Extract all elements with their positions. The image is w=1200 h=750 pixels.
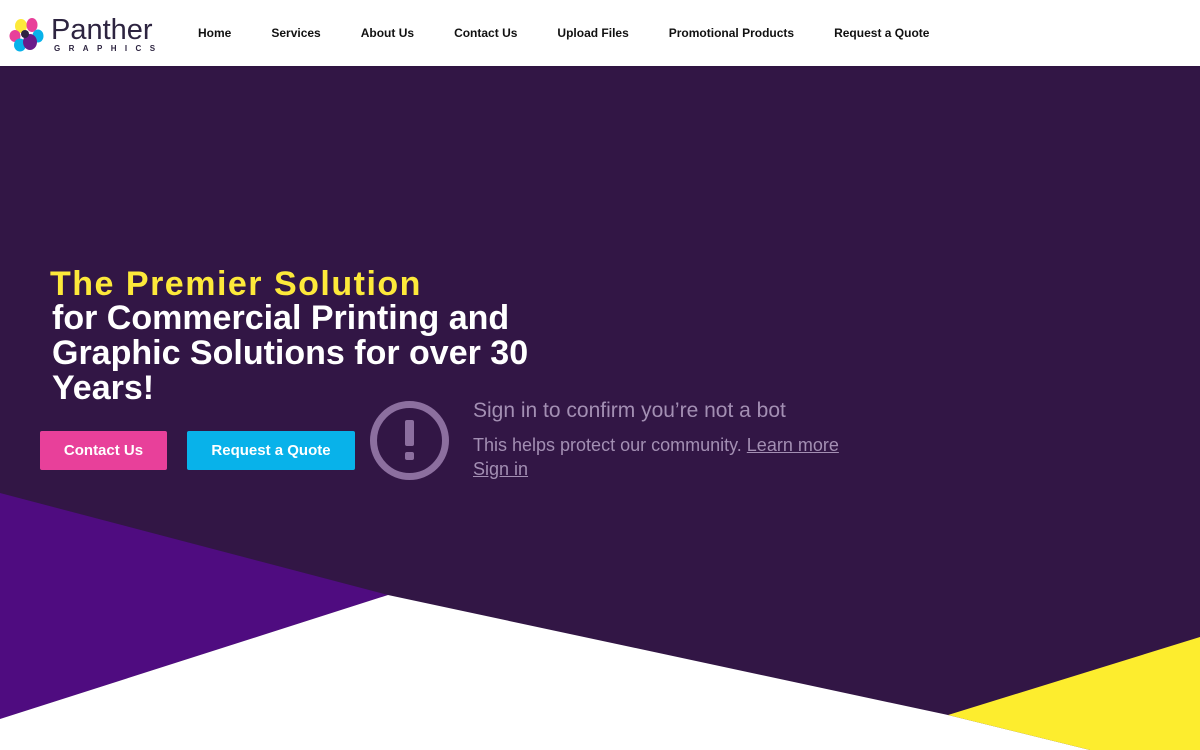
contact-us-button[interactable]: Contact Us <box>40 431 167 470</box>
panther-logo[interactable]: Panther GRAPHICS <box>8 14 163 56</box>
ink-drops-icon <box>9 18 44 52</box>
logo-wordmark: Panther <box>51 14 153 46</box>
logo-tagline: GRAPHICS <box>54 44 164 53</box>
learn-more-link[interactable]: Learn more <box>747 435 839 455</box>
request-quote-button[interactable]: Request a Quote <box>187 431 355 470</box>
sign-in-link[interactable]: Sign in <box>473 459 528 480</box>
nav-request-a-quote[interactable]: Request a Quote <box>834 26 929 40</box>
nav-promotional-products[interactable]: Promotional Products <box>669 26 794 40</box>
nav-about-us[interactable]: About Us <box>361 26 414 40</box>
nav-upload-files[interactable]: Upload Files <box>557 26 628 40</box>
hero-section: The Premier Solution for Commercial Prin… <box>0 66 1200 750</box>
exclamation-circle-icon <box>370 401 449 480</box>
bot-check-body-text: This helps protect our community. <box>473 435 742 455</box>
nav-home[interactable]: Home <box>198 26 231 40</box>
site-header: Panther GRAPHICS Home Services About Us … <box>0 0 1200 66</box>
bot-check-title: Sign in to confirm you’re not a bot <box>473 399 786 422</box>
nav-contact-us[interactable]: Contact Us <box>454 26 517 40</box>
hero-headline: for Commercial Printing and Graphic Solu… <box>52 299 529 407</box>
main-nav: Home Services About Us Contact Us Upload… <box>198 0 969 66</box>
bot-check-message: This helps protect our community. Learn … <box>473 435 839 456</box>
nav-services[interactable]: Services <box>271 26 320 40</box>
